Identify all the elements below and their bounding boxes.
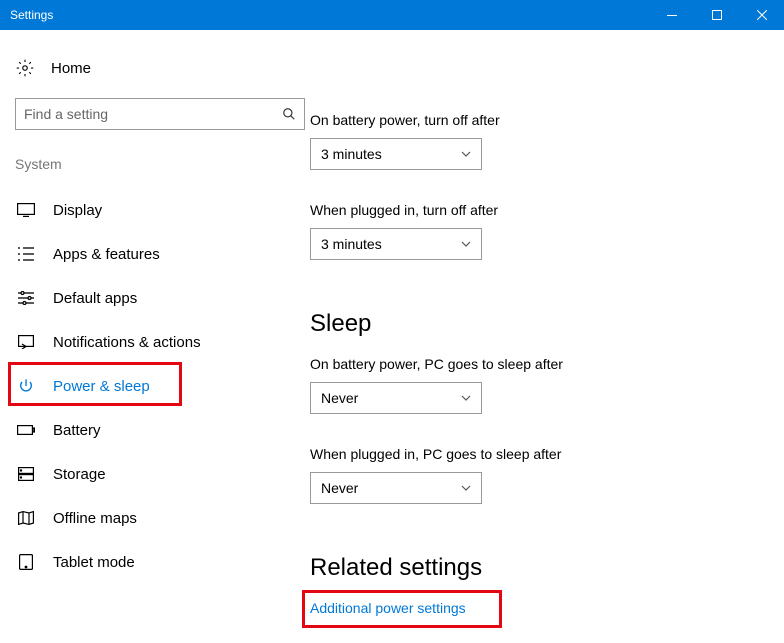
chevron-down-icon: [461, 151, 471, 157]
sleep-plugged-dropdown[interactable]: Never: [310, 472, 482, 504]
section-label: System: [15, 156, 295, 172]
sidebar-item-label: Battery: [53, 422, 101, 439]
dropdown-value: 3 minutes: [321, 146, 382, 162]
related-heading: Related settings: [310, 554, 764, 582]
sidebar-item-power-sleep[interactable]: Power & sleep: [15, 364, 295, 408]
dropdown-value: 3 minutes: [321, 236, 382, 252]
sidebar-item-label: Power & sleep: [53, 378, 150, 395]
sidebar-item-label: Default apps: [53, 290, 137, 307]
additional-power-settings-link[interactable]: Additional power settings: [310, 600, 466, 616]
sleep-battery-label: On battery power, PC goes to sleep after: [310, 356, 764, 372]
sleep-heading: Sleep: [310, 310, 764, 338]
display-icon: [17, 201, 35, 219]
sleep-plugged-label: When plugged in, PC goes to sleep after: [310, 446, 764, 462]
home-label: Home: [51, 60, 91, 77]
map-icon: [17, 509, 35, 527]
sidebar-item-display[interactable]: Display: [15, 188, 295, 232]
sidebar-item-default-apps[interactable]: Default apps: [15, 276, 295, 320]
dropdown-value: Never: [321, 390, 358, 406]
screen-plugged-label: When plugged in, turn off after: [310, 202, 764, 218]
search-input[interactable]: [24, 106, 282, 122]
defaults-icon: [17, 289, 35, 307]
sidebar-item-label: Tablet mode: [53, 554, 135, 571]
sidebar: Home System Display Apps & features Defa…: [0, 30, 310, 643]
tablet-icon: [17, 553, 35, 571]
sidebar-item-label: Display: [53, 202, 102, 219]
list-icon: [17, 245, 35, 263]
minimize-icon: [667, 15, 677, 16]
sidebar-item-notifications[interactable]: Notifications & actions: [15, 320, 295, 364]
window-title: Settings: [10, 8, 649, 22]
sleep-battery-dropdown[interactable]: Never: [310, 382, 482, 414]
sidebar-item-storage[interactable]: Storage: [15, 452, 295, 496]
battery-icon: [17, 421, 35, 439]
sidebar-item-label: Storage: [53, 466, 106, 483]
main-content: On battery power, turn off after 3 minut…: [310, 30, 784, 643]
chevron-down-icon: [461, 395, 471, 401]
title-bar: Settings: [0, 0, 784, 30]
sidebar-item-offline-maps[interactable]: Offline maps: [15, 496, 295, 540]
home-button[interactable]: Home: [15, 52, 295, 98]
sidebar-item-label: Apps & features: [53, 246, 160, 263]
gear-icon: [15, 58, 35, 78]
power-icon: [17, 377, 35, 395]
chevron-down-icon: [461, 485, 471, 491]
sidebar-item-apps[interactable]: Apps & features: [15, 232, 295, 276]
minimize-button[interactable]: [649, 0, 694, 30]
screen-battery-label: On battery power, turn off after: [310, 112, 764, 128]
screen-plugged-dropdown[interactable]: 3 minutes: [310, 228, 482, 260]
close-icon: [757, 10, 767, 20]
screen-battery-dropdown[interactable]: 3 minutes: [310, 138, 482, 170]
window-controls: [649, 0, 784, 30]
sidebar-item-battery[interactable]: Battery: [15, 408, 295, 452]
maximize-button[interactable]: [694, 0, 739, 30]
search-box[interactable]: [15, 98, 305, 130]
sidebar-item-tablet-mode[interactable]: Tablet mode: [15, 540, 295, 584]
sidebar-item-label: Offline maps: [53, 510, 137, 527]
close-button[interactable]: [739, 0, 784, 30]
chevron-down-icon: [461, 241, 471, 247]
storage-icon: [17, 465, 35, 483]
dropdown-value: Never: [321, 480, 358, 496]
maximize-icon: [712, 10, 722, 20]
search-icon: [282, 107, 296, 121]
notification-icon: [17, 333, 35, 351]
sidebar-item-label: Notifications & actions: [53, 334, 201, 351]
